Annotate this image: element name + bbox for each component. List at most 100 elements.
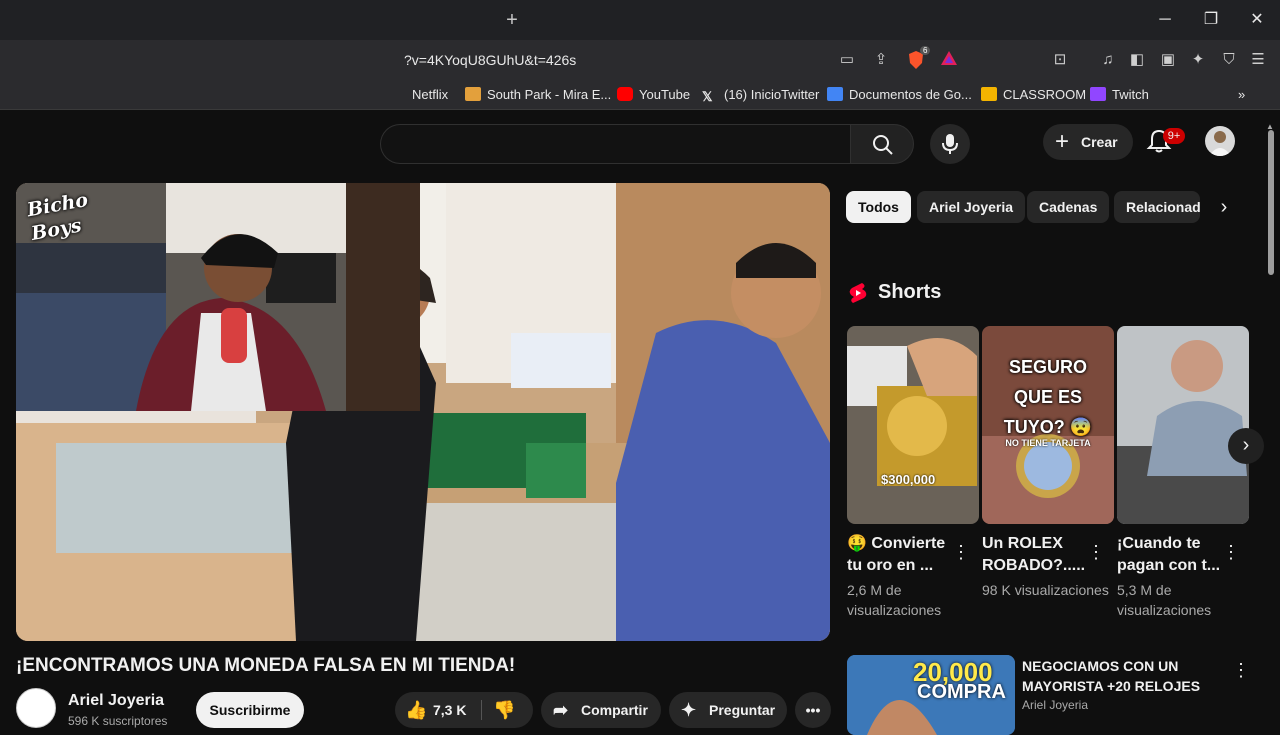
bookmarks-bar: Netflix South Park - Mira E... YouTube 𝕏… [0, 80, 1280, 110]
notification-badge: 9+ [1163, 128, 1185, 144]
bookmark-label: Twitch [1112, 87, 1149, 102]
short-views-3: 5,3 M de visualizaciones [1117, 582, 1212, 618]
url-field[interactable]: ?v=4KYoqU8GUhU&t=426s [404, 52, 576, 68]
short-menu-icon[interactable]: ⋮ [952, 540, 970, 564]
scrollbar-thumb[interactable] [1268, 130, 1274, 275]
create-button[interactable]: + Crear [1043, 124, 1133, 160]
chip-cadenas[interactable]: Cadenas [1027, 191, 1110, 223]
bookmark-label: (16) InicioTwitter [724, 87, 820, 102]
chip-relacionados[interactable]: Relacionad [1114, 191, 1200, 223]
sparkle-icon: ✦ [681, 700, 697, 720]
bookmark-south-park[interactable]: South Park - Mira E... [465, 87, 611, 102]
share-arrow-icon: ➦ [553, 700, 569, 720]
short-menu-icon[interactable]: ⋮ [1222, 540, 1240, 564]
share-icon[interactable]: ⇪ [870, 50, 892, 70]
short-views-2: 98 K visualizaciones [982, 582, 1109, 598]
share-button[interactable]: ➦ Compartir [541, 692, 661, 728]
new-tab-button[interactable]: + [500, 8, 524, 32]
bookmark-label: South Park - Mira E... [487, 87, 612, 102]
x-icon: 𝕏 [702, 89, 713, 104]
address-bar: ?v=4KYoqU8GUhU&t=426s ▭ ⇪ 6 ⊡ ♫ ◧ ▣ ✦ ⛉ … [0, 40, 1280, 80]
more-bookmarks-icon[interactable]: » [1238, 87, 1245, 102]
short-views-1: 2,6 M de visualizaciones [847, 582, 942, 618]
share-label: Compartir [581, 702, 648, 718]
plus-icon: + [1055, 128, 1070, 155]
search-icon [873, 135, 893, 155]
create-label: Crear [1081, 134, 1118, 150]
short-overlay-subtext: NO TIENE TARJETA [1005, 438, 1091, 448]
vpn-icon[interactable]: ⛉ [1218, 50, 1240, 70]
restore-button[interactable]: ❐ [1188, 6, 1234, 34]
recommendation-menu-icon[interactable]: ⋮ [1232, 658, 1250, 682]
minimize-button[interactable]: ─ [1142, 6, 1188, 34]
video-title: ¡ENCONTRAMOS UNA MONEDA FALSA EN MI TIEN… [16, 655, 516, 676]
more-horizontal-icon: ••• [805, 702, 821, 718]
ask-label: Preguntar [709, 702, 776, 718]
bookmark-label: YouTube [639, 87, 691, 102]
bookmark-label: Documentos de Go... [849, 87, 972, 102]
music-icon[interactable]: ♫ [1097, 50, 1119, 70]
chevron-right-icon[interactable]: › [1212, 195, 1236, 219]
browser-tab-bar: + ─ ❐ ✕ [0, 0, 1280, 40]
like-dislike-group: 👍 7,3 K 👎 [395, 692, 533, 728]
bookmark-docs[interactable]: Documentos de Go... [827, 87, 972, 102]
like-count[interactable]: 7,3 K [433, 692, 466, 728]
youtube-header: + Crear 9+ [0, 110, 1280, 176]
sidebar-icon[interactable]: ◧ [1126, 50, 1148, 70]
like-icon[interactable]: 👍 [405, 692, 427, 728]
short-title-2[interactable]: Un ROLEX ROBADO?..... [982, 533, 1094, 577]
bookmark-youtube[interactable]: YouTube [617, 87, 690, 102]
microphone-icon [942, 134, 958, 154]
short-thumbnail-2[interactable]: SEGURO QUE ES TUYO? 😨 NO TIENE TARJETA [982, 326, 1114, 524]
search-button[interactable] [850, 124, 914, 164]
bookmark-label: Netflix [412, 87, 449, 102]
chip-ariel-joyeria[interactable]: Ariel Joyeria [917, 191, 1026, 223]
thumb-text-word: COMPRA [917, 681, 1006, 703]
short-title-1[interactable]: 🤑 Convierte tu oro en ... [847, 533, 959, 577]
recommended-video-thumbnail[interactable]: 20,000 COMPRA [847, 655, 1015, 735]
recommended-video-title[interactable]: NEGOCIAMOS CON UN MAYORISTA +20 RELOJES [1022, 656, 1222, 696]
short-overlay-text: $300,000 [881, 472, 936, 487]
shelf-next-button[interactable]: › [1228, 428, 1264, 464]
menu-icon[interactable]: ☰ [1247, 50, 1269, 70]
cast-icon[interactable]: ▭ [836, 50, 858, 70]
bookmark-twitter[interactable]: 𝕏 (16) InicioTwitter [702, 87, 819, 104]
shield-count-badge: 6 [920, 46, 931, 55]
voice-search-button[interactable] [930, 124, 970, 164]
short-overlay-text: SEGURO QUE ES TUYO? 😨 [1003, 357, 1093, 437]
short-title-3[interactable]: ¡Cuando te pagan con t... [1117, 533, 1229, 577]
channel-avatar[interactable] [16, 688, 56, 728]
short-thumbnail-3[interactable] [1117, 326, 1249, 524]
ask-button[interactable]: ✦ Preguntar [669, 692, 787, 728]
chip-todos[interactable]: Todos [846, 191, 911, 223]
subscribe-button[interactable]: Suscribirme [196, 692, 304, 728]
bookmark-label: CLASSROOM [1003, 87, 1087, 102]
wallet-icon[interactable]: ▣ [1157, 50, 1179, 70]
shorts-section-title: Shorts [878, 281, 942, 303]
short-menu-icon[interactable]: ⋮ [1087, 540, 1105, 564]
bookmark-netflix[interactable]: Netflix [412, 87, 448, 102]
more-actions-button[interactable]: ••• [795, 692, 831, 728]
subscriber-count: 596 K suscriptores [68, 714, 168, 728]
webcam-overlay: Bicho Boys [16, 183, 420, 411]
bookmark-twitch[interactable]: Twitch [1090, 87, 1149, 102]
search-input[interactable] [380, 124, 850, 164]
classroom-icon [981, 87, 997, 101]
twitch-icon [1090, 87, 1106, 101]
dislike-icon[interactable]: 👎 [493, 692, 515, 728]
recommended-video-channel[interactable]: Ariel Joyeria [1022, 698, 1088, 712]
divider [481, 700, 482, 720]
leo-ai-icon[interactable]: ✦ [1187, 50, 1209, 70]
close-window-button[interactable]: ✕ [1234, 6, 1280, 34]
short-thumbnail-1[interactable]: $300,000 [847, 326, 979, 524]
video-player[interactable]: Bicho Boys [16, 183, 830, 641]
rewards-icon[interactable] [938, 50, 960, 70]
south-park-icon [465, 87, 481, 101]
search-tab-icon[interactable]: ⊡ [1049, 50, 1071, 70]
shorts-logo-icon [849, 283, 867, 303]
account-avatar[interactable] [1205, 126, 1235, 156]
channel-name[interactable]: Ariel Joyeria [68, 692, 164, 710]
bookmark-classroom[interactable]: CLASSROOM [981, 87, 1086, 102]
youtube-icon [617, 87, 633, 101]
docs-icon [827, 87, 843, 101]
